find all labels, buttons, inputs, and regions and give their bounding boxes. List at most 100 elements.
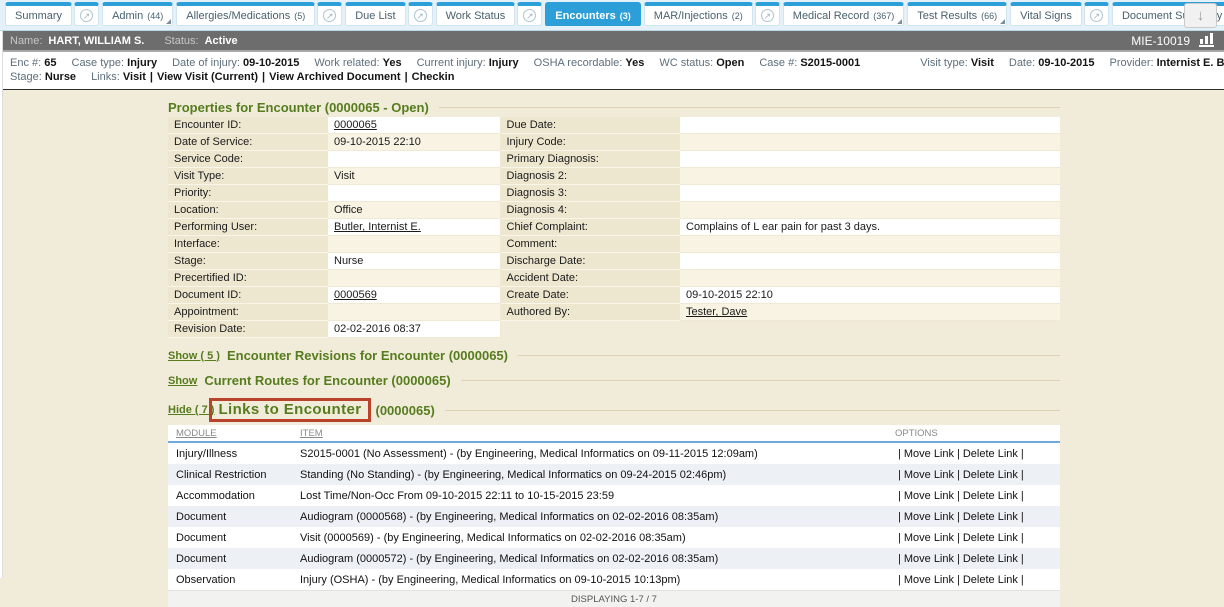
link-table-row: Clinical RestrictionStanding (No Standin… bbox=[168, 464, 1060, 485]
property-value-link[interactable]: 0000065 bbox=[328, 117, 500, 134]
bar-chart-icon[interactable] bbox=[1199, 34, 1214, 47]
delete-link-button[interactable]: Delete Link bbox=[963, 490, 1018, 502]
tab-popup-button[interactable]: ↗ bbox=[408, 2, 433, 26]
external-arrow-icon: ↗ bbox=[761, 9, 774, 22]
delete-link-button[interactable]: Delete Link bbox=[963, 532, 1018, 544]
property-label: Revision Date: bbox=[168, 321, 328, 338]
field-value: Visit bbox=[971, 57, 994, 69]
options-separator: | bbox=[957, 574, 960, 586]
move-link-button[interactable]: Move Link bbox=[904, 469, 954, 481]
link-row-options: |Move Link|Delete Link| bbox=[895, 448, 1055, 460]
field-label: Date of injury: bbox=[172, 57, 240, 69]
move-link-button[interactable]: Move Link bbox=[904, 511, 954, 523]
move-link-button[interactable]: Move Link bbox=[904, 574, 954, 586]
options-separator: | bbox=[1021, 511, 1024, 523]
property-value bbox=[680, 236, 1060, 253]
encounter-link-view-visit-current[interactable]: View Visit (Current) bbox=[157, 71, 258, 83]
tab-admin[interactable]: Admin(44) bbox=[102, 2, 173, 26]
patient-bar-right: MIE-10019 bbox=[1131, 34, 1214, 48]
options-column-header: OPTIONS bbox=[895, 428, 1055, 439]
property-value: 09-10-2015 22:10 bbox=[328, 134, 500, 151]
property-value bbox=[680, 151, 1060, 168]
patient-status-label: Status: bbox=[164, 35, 198, 47]
tab-summary[interactable]: Summary bbox=[5, 2, 72, 26]
link-table-row: DocumentVisit (0000569) - (by Engineerin… bbox=[168, 527, 1060, 548]
link-separator: | bbox=[405, 71, 408, 83]
property-label: Authored By: bbox=[500, 304, 680, 321]
hide-links-link[interactable]: Hide ( 7 ) bbox=[168, 404, 214, 416]
tab-label: Summary bbox=[15, 10, 62, 22]
tab-popup-button[interactable]: ↗ bbox=[74, 2, 99, 26]
field-label: Visit type: bbox=[920, 57, 968, 69]
tab-mar-injections[interactable]: MAR/Injections(2) bbox=[644, 2, 753, 26]
link-row-options: |Move Link|Delete Link| bbox=[895, 490, 1055, 502]
link-separator: | bbox=[262, 71, 265, 83]
property-value-link[interactable]: 0000569 bbox=[328, 287, 500, 304]
field-label: Enc #: bbox=[10, 57, 41, 69]
delete-link-button[interactable]: Delete Link bbox=[963, 448, 1018, 460]
tab-label: Encounters bbox=[555, 10, 616, 22]
tab-popup-button[interactable]: ↗ bbox=[317, 2, 342, 26]
link-row-options: |Move Link|Delete Link| bbox=[895, 511, 1055, 523]
module-column-header[interactable]: MODULE bbox=[168, 428, 300, 439]
property-value-link[interactable]: Butler, Internist E. bbox=[328, 219, 500, 236]
encounter-link-view-archived-document[interactable]: View Archived Document bbox=[269, 71, 400, 83]
tab-encounters[interactable]: Encounters(3) bbox=[545, 2, 641, 26]
move-link-button[interactable]: Move Link bbox=[904, 448, 954, 460]
links-section-header: Hide ( 7 ) Links to Encounter (0000065) bbox=[168, 398, 1060, 422]
delete-link-button[interactable]: Delete Link bbox=[963, 574, 1018, 586]
property-value-link[interactable]: Tester, Dave bbox=[680, 304, 1060, 321]
encounter-link-checkin[interactable]: Checkin bbox=[412, 71, 455, 83]
move-link-button[interactable]: Move Link bbox=[904, 532, 954, 544]
property-label: Document ID: bbox=[168, 287, 328, 304]
delete-link-button[interactable]: Delete Link bbox=[963, 469, 1018, 481]
link-row-options: |Move Link|Delete Link| bbox=[895, 469, 1055, 481]
tab-popup-button[interactable]: ↗ bbox=[517, 2, 542, 26]
links-title-annotation-box: Links to Encounter bbox=[209, 398, 370, 422]
options-separator: | bbox=[1021, 448, 1024, 460]
link-row-options: |Move Link|Delete Link| bbox=[895, 553, 1055, 565]
link-row-item: Injury (OSHA) - (by Engineering, Medical… bbox=[300, 574, 895, 586]
property-label: Visit Type: bbox=[168, 168, 328, 185]
tab-test-results[interactable]: Test Results(66) bbox=[907, 2, 1007, 26]
delete-link-button[interactable]: Delete Link bbox=[963, 511, 1018, 523]
tab-vital-signs[interactable]: Vital Signs bbox=[1010, 2, 1082, 26]
options-separator: | bbox=[957, 469, 960, 481]
property-value bbox=[680, 168, 1060, 185]
link-row-item: Audiogram (0000568) - (by Engineering, M… bbox=[300, 511, 895, 523]
download-button[interactable]: ↓ bbox=[1184, 3, 1217, 28]
case-info-field: Case #: S2015-0001 bbox=[759, 57, 860, 69]
tab-label: Allergies/Medications bbox=[186, 10, 290, 22]
property-label: Create Date: bbox=[500, 287, 680, 304]
case-info-field: Provider: Internist E. Butler, M.D. bbox=[1110, 57, 1224, 69]
properties-section-header: Properties for Encounter (0000065 - Open… bbox=[168, 100, 1060, 115]
tab-popup-button[interactable]: ↗ bbox=[1084, 2, 1109, 26]
case-info-header: Enc #: 65Case type: InjuryDate of injury… bbox=[0, 52, 1224, 90]
options-separator: | bbox=[1021, 469, 1024, 481]
encounter-link-visit[interactable]: Visit bbox=[123, 71, 146, 83]
tab-due-list[interactable]: Due List bbox=[345, 2, 405, 26]
property-row: Performing User:Butler, Internist E.Chie… bbox=[168, 219, 1060, 236]
property-value: 09-10-2015 22:10 bbox=[680, 287, 1060, 304]
move-link-button[interactable]: Move Link bbox=[904, 490, 954, 502]
show-routes-link[interactable]: Show bbox=[168, 375, 197, 387]
field-label: OSHA recordable: bbox=[534, 57, 623, 69]
field-value: 65 bbox=[44, 57, 56, 69]
link-row-module: Clinical Restriction bbox=[168, 469, 300, 481]
tab-popup-button[interactable]: ↗ bbox=[755, 2, 780, 26]
delete-link-button[interactable]: Delete Link bbox=[963, 553, 1018, 565]
link-table-row: AccommodationLost Time/Non-Occ From 09-1… bbox=[168, 485, 1060, 506]
item-column-header[interactable]: ITEM bbox=[300, 428, 895, 439]
options-separator: | bbox=[898, 574, 901, 586]
property-value bbox=[328, 236, 500, 253]
field-label: Work related: bbox=[314, 57, 379, 69]
tab-work-status[interactable]: Work Status bbox=[436, 2, 516, 26]
property-label: Chief Complaint: bbox=[500, 219, 680, 236]
tab-medical-record[interactable]: Medical Record(367) bbox=[783, 2, 904, 26]
move-link-button[interactable]: Move Link bbox=[904, 553, 954, 565]
tab-allergies-medications[interactable]: Allergies/Medications(5) bbox=[176, 2, 315, 26]
show-revisions-link[interactable]: Show ( 5 ) bbox=[168, 350, 220, 362]
displaying-count: DISPLAYING 1-7 / 7 bbox=[571, 594, 657, 605]
options-separator: | bbox=[957, 553, 960, 565]
link-table-row: DocumentAudiogram (0000568) - (by Engine… bbox=[168, 506, 1060, 527]
